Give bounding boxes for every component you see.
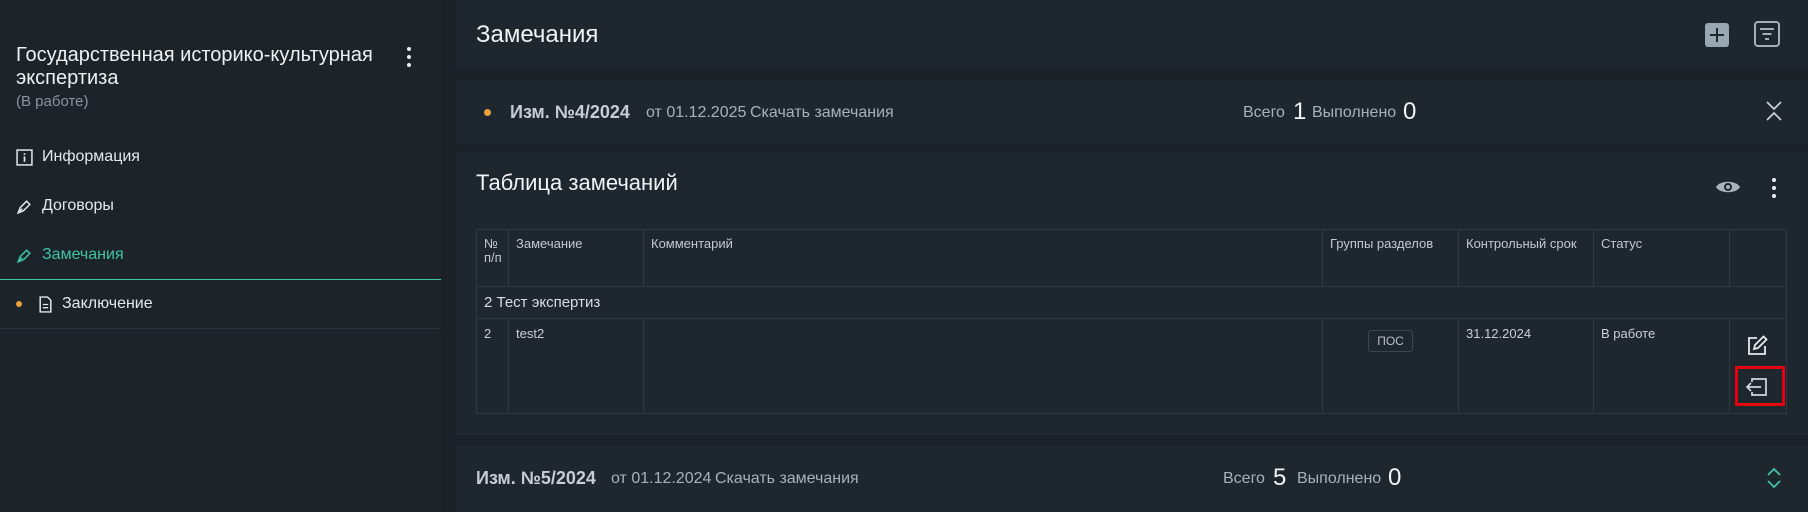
- pen-icon: [16, 249, 31, 264]
- sidebar-item-label: Договоры: [42, 197, 114, 214]
- done-count: 0: [1388, 464, 1402, 491]
- status-dot: [484, 109, 491, 116]
- download-remarks-link[interactable]: Скачать замечания: [715, 470, 859, 488]
- table-header-row: № п/п Замечание Комментарий Группы разде…: [476, 229, 1787, 287]
- sidebar-item-label: Информация: [42, 148, 140, 165]
- total-label: Всего: [1243, 104, 1285, 121]
- plus-icon[interactable]: [1705, 23, 1729, 47]
- project-title: Государственная историко-культурная эксп…: [16, 44, 373, 89]
- column-header: Контрольный срок: [1458, 229, 1594, 287]
- done-label: Выполнено: [1297, 470, 1382, 487]
- column-header: № п/п: [476, 229, 509, 287]
- cell-num: 2: [476, 318, 509, 414]
- sidebar-item-label: Замечания: [42, 246, 124, 263]
- total-label: Всего: [1223, 470, 1265, 487]
- column-header: [1729, 229, 1787, 287]
- page-title: Замечания: [476, 21, 599, 48]
- eye-icon[interactable]: [1715, 178, 1741, 196]
- cell-comment: [643, 318, 1323, 414]
- expand-icon[interactable]: [1766, 467, 1782, 489]
- status-dot: [16, 301, 22, 307]
- revision-title: Изм. №4/2024: [510, 102, 630, 122]
- revision-date: от 01.12.2024: [611, 470, 712, 487]
- sidebar: Государственная историко-культурная эксп…: [0, 0, 441, 512]
- sidebar-item-contracts[interactable]: Договоры: [0, 182, 441, 231]
- info-icon: [16, 149, 33, 166]
- done-label: Выполнено: [1312, 104, 1397, 121]
- cell-deadline: 31.12.2024: [1458, 318, 1594, 414]
- project-menu-icon[interactable]: [399, 44, 419, 70]
- table-menu-icon[interactable]: [1764, 175, 1784, 201]
- sidebar-item-remarks[interactable]: Замечания: [0, 231, 441, 280]
- total-count: 5: [1273, 464, 1287, 491]
- section-group-tag: ПОС: [1368, 330, 1413, 352]
- cell-remark: test2: [508, 318, 644, 414]
- column-header: Группы разделов: [1322, 229, 1459, 287]
- revision-title: Изм. №5/2024: [476, 468, 596, 488]
- edit-icon[interactable]: [1746, 335, 1768, 357]
- sidebar-item-conclusion[interactable]: Заключение: [0, 280, 441, 329]
- document-icon: [39, 296, 52, 313]
- column-header: Комментарий: [643, 229, 1323, 287]
- done-count: 0: [1403, 98, 1417, 125]
- remarks-table: № п/п Замечание Комментарий Группы разде…: [476, 229, 1787, 414]
- filter-icon[interactable]: [1754, 21, 1780, 47]
- group-label: 2 Тест экспертиз: [476, 286, 1787, 319]
- sidebar-item-label: Заключение: [62, 295, 153, 312]
- sidebar-nav: Информация Договоры Замечания Заключение: [0, 133, 441, 329]
- page-header: Замечания: [456, 0, 1808, 69]
- cell-groups: ПОС: [1322, 318, 1459, 414]
- revision-date: от 01.12.2025: [646, 104, 747, 121]
- table-title: Таблица замечаний: [476, 170, 678, 195]
- group-row: 2 Тест экспертиз: [476, 286, 1787, 319]
- download-remarks-link[interactable]: Скачать замечания: [750, 104, 894, 122]
- export-icon[interactable]: [1744, 377, 1768, 397]
- table-row: 2 test2 ПОС 31.12.2024 В работе: [476, 318, 1787, 414]
- collapse-icon[interactable]: [1765, 100, 1783, 122]
- sidebar-item-info[interactable]: Информация: [0, 133, 441, 182]
- column-header: Статус: [1593, 229, 1730, 287]
- total-count: 1: [1293, 98, 1307, 125]
- cell-status: В работе: [1593, 318, 1730, 414]
- pen-icon: [16, 200, 31, 215]
- project-status: (В работе): [16, 93, 89, 110]
- column-header: Замечание: [508, 229, 644, 287]
